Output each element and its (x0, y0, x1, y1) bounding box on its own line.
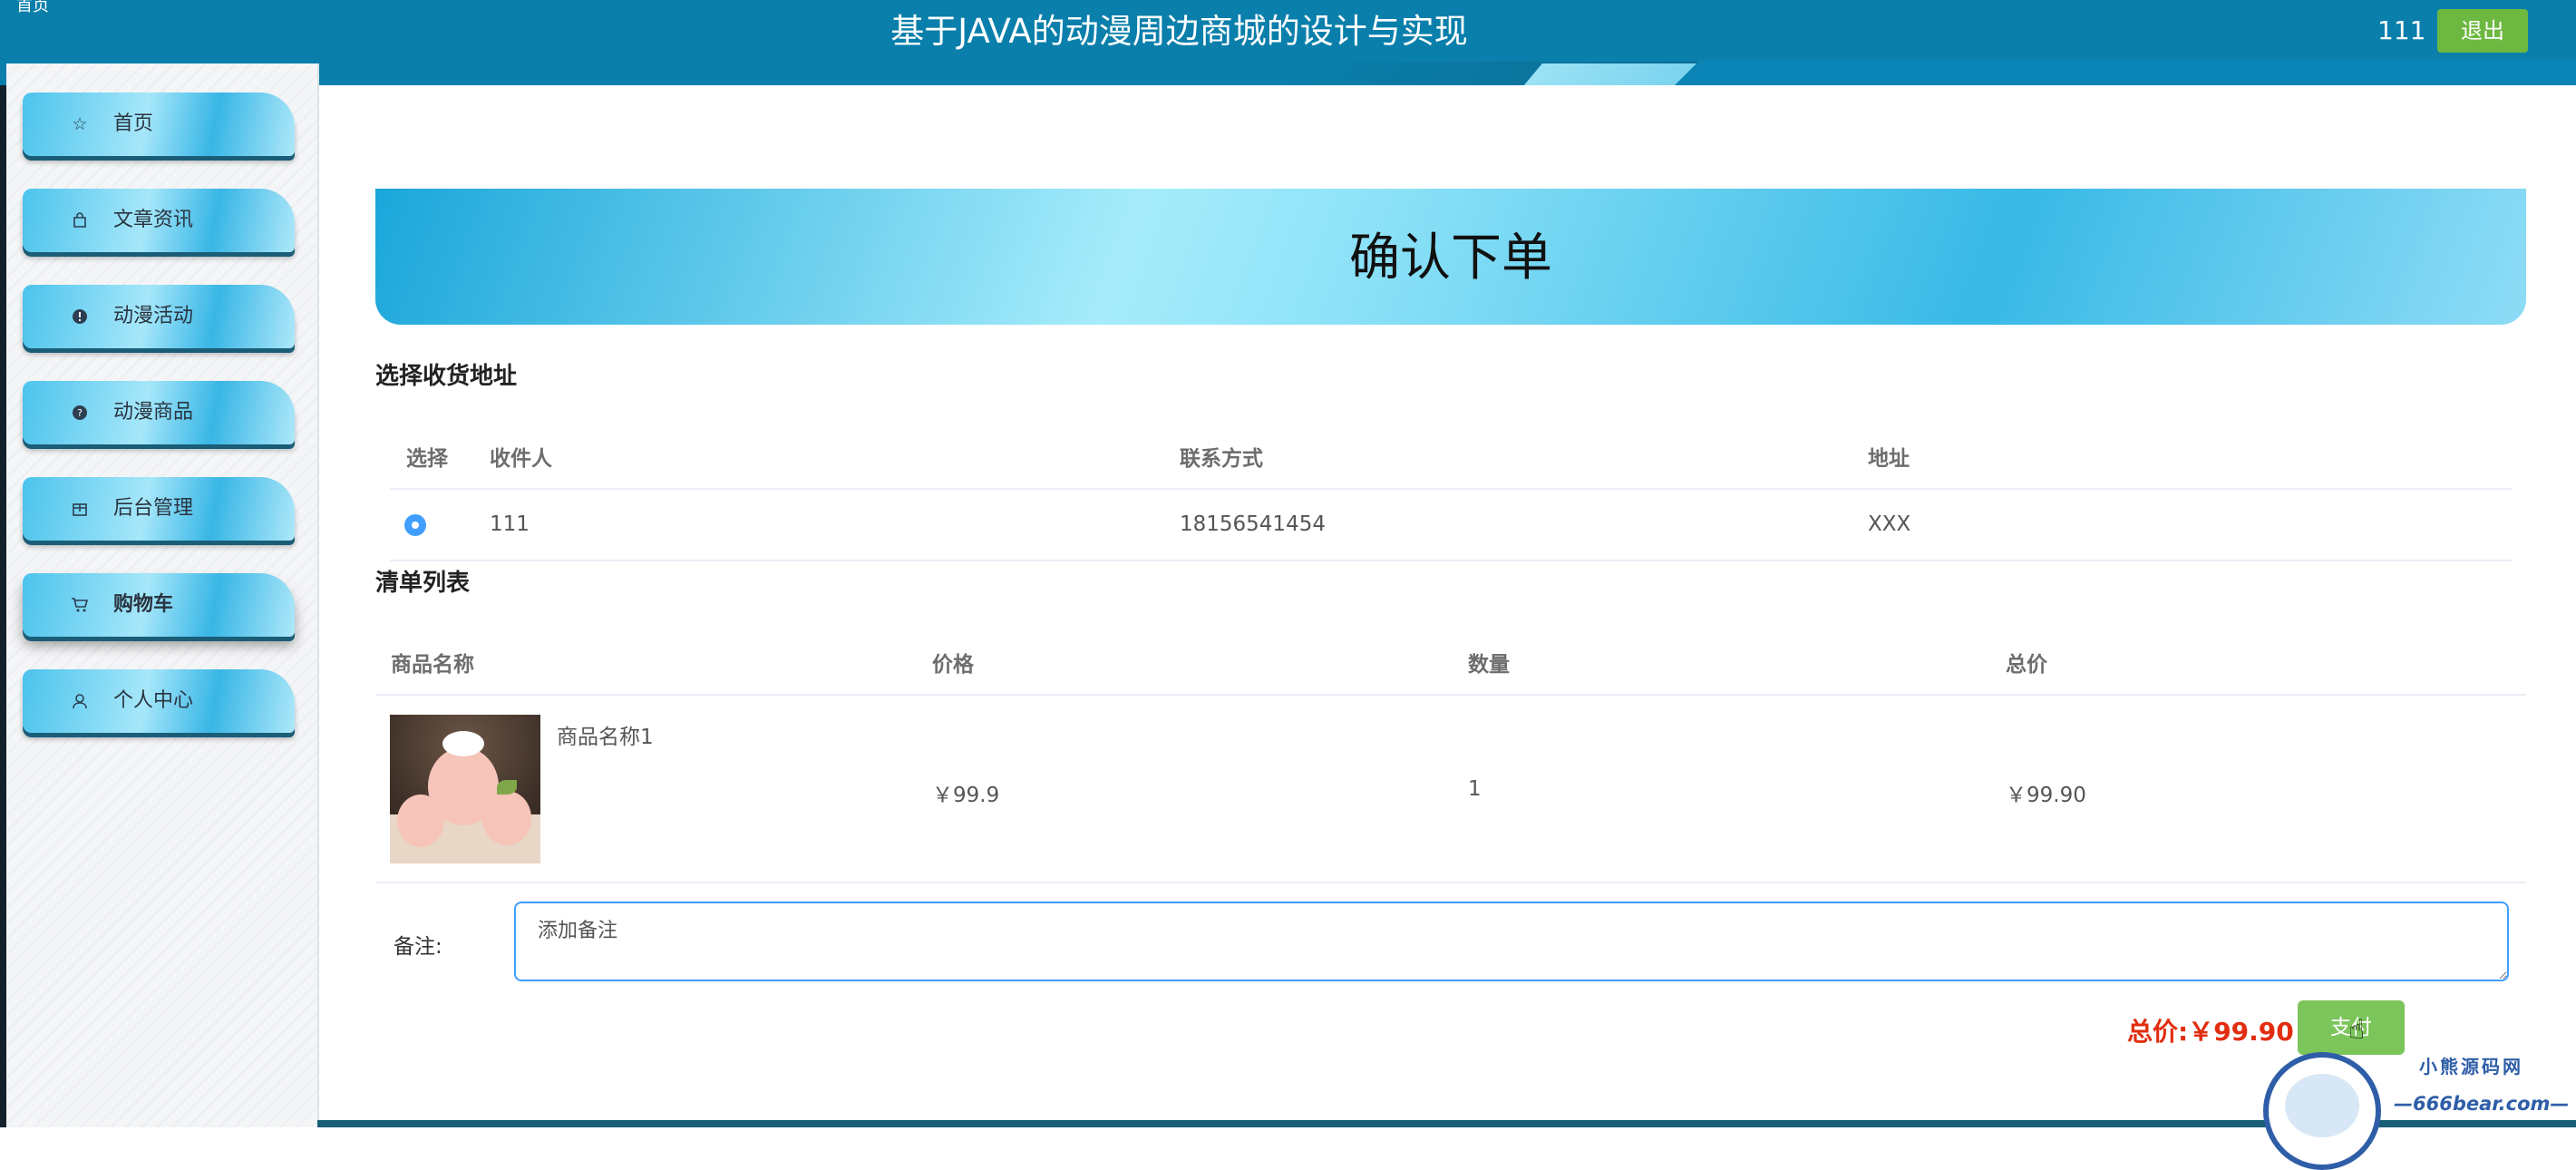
page-title: 确认下单 (1349, 229, 1552, 288)
watermark-text: 小熊源码网 (2419, 1056, 2523, 1077)
sidebar-item-label: 动漫商品 (113, 401, 194, 424)
bag-icon (70, 210, 90, 230)
cart-icon (70, 595, 90, 615)
column-header: 收件人 (490, 447, 552, 471)
sidebar-item-admin[interactable]: 后台管理 (23, 477, 295, 541)
header-decoration (1673, 60, 2576, 85)
column-header: 商品名称 (391, 653, 474, 677)
star-icon: ☆ (72, 114, 88, 134)
box-icon (70, 499, 90, 519)
exclamation-icon (70, 307, 90, 327)
price-cell: ￥99.9 (932, 784, 1000, 807)
divider (375, 694, 2526, 696)
sidebar-item-products[interactable]: ? 动漫商品 (23, 381, 295, 444)
sidebar-item-home[interactable]: ☆ 首页 (23, 93, 295, 156)
sidebar-item-cart[interactable]: 购物车 (23, 573, 295, 637)
divider (390, 560, 2512, 561)
user-icon (70, 691, 90, 711)
order-section-title: 清单列表 (375, 570, 471, 597)
total-cell: ￥99.90 (2006, 784, 2086, 807)
sidebar-item-label: 首页 (113, 112, 154, 135)
address-cell: XXX (1868, 512, 1911, 536)
address-radio[interactable] (404, 514, 426, 536)
column-header: 地址 (1868, 447, 1910, 471)
phone-cell: 18156541454 (1180, 512, 1326, 536)
top-header: 首页 基于JAVA的动漫周边商城的设计与实现 111 退出 (0, 0, 2576, 85)
sidebar-item-label: 购物车 (113, 593, 174, 616)
divider (375, 882, 2526, 883)
column-header: 选择 (406, 447, 448, 471)
bear-logo-icon (2263, 1052, 2381, 1170)
sidebar-item-news[interactable]: 文章资讯 (23, 189, 295, 252)
product-name[interactable]: 商品名称1 (557, 719, 654, 750)
column-header: 数量 (1468, 653, 1510, 677)
order-total: 总价:￥99.90 (2127, 1017, 2294, 1047)
sidebar: ☆ 首页 文章资讯 动漫活动 ? 动漫商品 后台管理 购物车 个人中心 (6, 63, 319, 1127)
site-title: 基于JAVA的动漫周边商城的设计与实现 (890, 12, 1468, 51)
svg-text:?: ? (77, 407, 83, 419)
quantity-cell: 1 (1468, 777, 1482, 801)
column-header: 价格 (932, 653, 974, 677)
sidebar-item-label: 后台管理 (113, 497, 194, 520)
page-banner: 确认下单 (375, 189, 2526, 325)
watermark-url: —666bear.com— (2394, 1093, 2570, 1115)
bottom-bar (317, 1120, 2576, 1127)
sidebar-item-activities[interactable]: 动漫活动 (23, 285, 295, 348)
logout-button[interactable]: 退出 (2437, 9, 2528, 53)
sidebar-item-profile[interactable]: 个人中心 (23, 669, 295, 733)
address-section-title: 选择收货地址 (375, 363, 518, 390)
column-header: 总价 (2006, 653, 2047, 677)
sidebar-item-label: 动漫活动 (113, 305, 194, 327)
sidebar-item-label: 个人中心 (113, 689, 194, 712)
sidebar-item-label: 文章资讯 (113, 209, 194, 231)
remark-label: 备注: (394, 935, 442, 959)
hand-cursor-icon: ☝ (2348, 1014, 2366, 1046)
window-edge (0, 0, 6, 1127)
column-header: 联系方式 (1180, 447, 1263, 471)
remark-textarea[interactable]: 添加备注 (514, 902, 2509, 981)
product-image (390, 715, 540, 863)
divider (390, 488, 2512, 490)
question-icon: ? (70, 403, 90, 423)
username-label: 111 (2377, 15, 2426, 45)
recipient-cell: 111 (490, 512, 530, 536)
